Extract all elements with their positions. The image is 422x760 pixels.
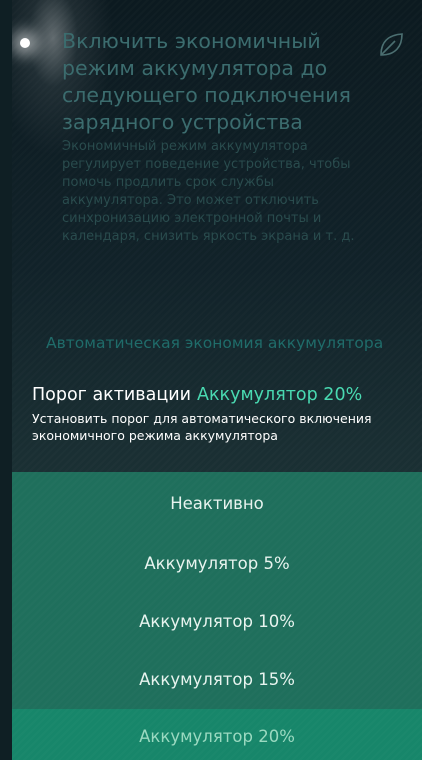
threshold-label: Порог активации (32, 385, 191, 405)
menu-item-10[interactable]: Аккумулятор 10% (12, 593, 422, 651)
threshold-value: Аккумулятор 20% (197, 385, 363, 405)
battery-saver-description: Экономичный режим аккумулятора регулируе… (62, 139, 355, 244)
threshold-combobox[interactable]: Порог активации Аккумулятор 20% Установит… (32, 384, 422, 444)
section-header: Автоматическая экономия аккумулятора (46, 334, 384, 352)
menu-item-20[interactable]: Аккумулятор 20% (12, 709, 422, 760)
threshold-menu: Неактивно Аккумулятор 5% Аккумулятор 10%… (12, 472, 422, 760)
leaf-icon (380, 33, 403, 56)
menu-item-15[interactable]: Аккумулятор 15% (12, 651, 422, 709)
glow-light (20, 38, 30, 48)
battery-saver-title: Включить экономичный режим аккумулятора … (62, 29, 351, 134)
menu-item-5[interactable]: Аккумулятор 5% (12, 535, 422, 593)
battery-saver-toggle[interactable]: Включить экономичный режим аккумулятора … (62, 28, 367, 246)
screen: Включить экономичный режим аккумулятора … (12, 0, 422, 760)
menu-item-inactive[interactable]: Неактивно (12, 472, 422, 535)
threshold-description: Установить порог для автоматического вкл… (32, 411, 372, 443)
threshold-line: Порог активации Аккумулятор 20% (32, 384, 422, 406)
